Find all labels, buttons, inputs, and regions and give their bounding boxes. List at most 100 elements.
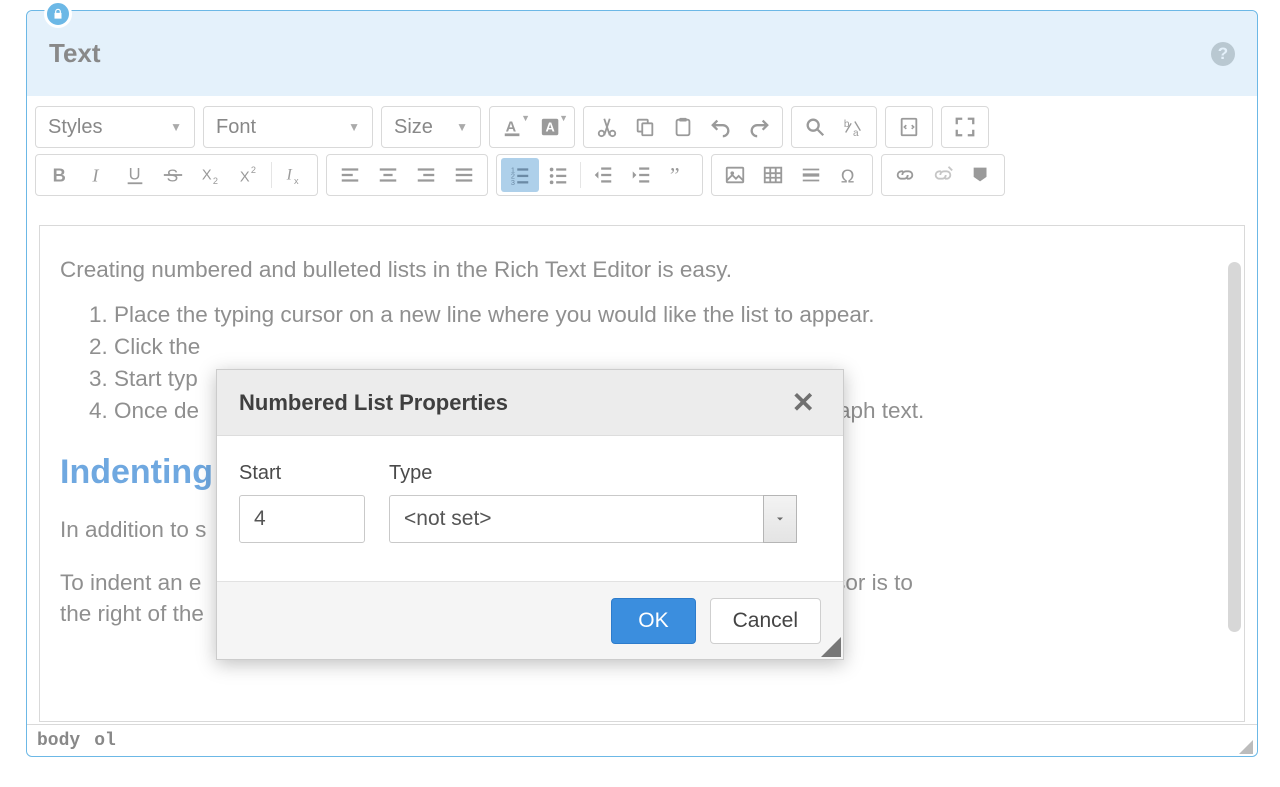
list-item: Place the typing cursor on a new line wh…: [114, 299, 1224, 331]
unlink-button[interactable]: [924, 158, 962, 192]
horizontal-rule-button[interactable]: [792, 158, 830, 192]
svg-text:B: B: [53, 164, 66, 185]
styles-label: Styles: [48, 116, 102, 139]
svg-text:I: I: [286, 167, 293, 184]
blockquote-button[interactable]: ”: [660, 158, 698, 192]
chevron-down-icon: ▼: [456, 120, 468, 134]
type-label: Type: [389, 462, 797, 485]
copy-button[interactable]: [626, 110, 664, 144]
dialog-body: Start Type <not set>: [217, 436, 843, 581]
font-dropdown[interactable]: Font ▼: [203, 106, 373, 148]
start-field: Start: [239, 462, 365, 543]
type-select-value: <not set>: [389, 495, 763, 543]
cancel-button[interactable]: Cancel: [710, 598, 821, 644]
svg-text:3: 3: [511, 178, 515, 186]
svg-text:U: U: [129, 166, 141, 184]
svg-text:x: x: [294, 176, 299, 186]
italic-button[interactable]: I: [78, 158, 116, 192]
resize-handle-icon[interactable]: [1239, 740, 1253, 754]
help-icon[interactable]: ?: [1211, 42, 1235, 66]
svg-text:X: X: [240, 169, 250, 185]
resize-handle-icon[interactable]: [821, 637, 841, 657]
svg-text:a: a: [853, 128, 859, 138]
insert-group: Ω: [711, 154, 873, 196]
align-right-button[interactable]: [407, 158, 445, 192]
styles-dropdown[interactable]: Styles ▼: [35, 106, 195, 148]
path-segment-body[interactable]: body: [37, 731, 80, 751]
replace-button[interactable]: ba: [834, 110, 872, 144]
redo-button[interactable]: [740, 110, 778, 144]
strike-button[interactable]: S: [154, 158, 192, 192]
paste-button[interactable]: [664, 110, 702, 144]
table-button[interactable]: [754, 158, 792, 192]
superscript-button[interactable]: X2: [230, 158, 268, 192]
bulleted-list-button[interactable]: [539, 158, 577, 192]
chevron-down-icon: ▼: [521, 113, 530, 123]
content-intro: Creating numbered and bulleted lists in …: [60, 254, 1224, 285]
format-group: B I U S X2 X2 Ix: [35, 154, 318, 196]
align-left-button[interactable]: [331, 158, 369, 192]
toolbar-row-2: B I U S X2 X2 Ix 123 ” Ω: [27, 152, 1257, 206]
svg-text:I: I: [91, 165, 99, 185]
svg-text:A: A: [546, 120, 555, 135]
align-group: [326, 154, 488, 196]
close-button[interactable]: ✕: [786, 382, 821, 423]
svg-text:”: ”: [670, 164, 680, 186]
svg-text:A: A: [506, 120, 517, 136]
panel-title: Text: [49, 38, 101, 69]
bg-color-button[interactable]: A ▼: [532, 110, 570, 144]
numbered-list-button[interactable]: 123: [501, 158, 539, 192]
color-group: A ▼ A ▼: [489, 106, 575, 148]
list-item: Click the: [114, 331, 1224, 363]
size-label: Size: [394, 116, 433, 139]
maximize-group: [941, 106, 989, 148]
maximize-button[interactable]: [946, 110, 984, 144]
start-input[interactable]: [239, 495, 365, 543]
size-dropdown[interactable]: Size ▼: [381, 106, 481, 148]
chevron-down-icon[interactable]: [763, 495, 797, 543]
chevron-down-icon: ▼: [559, 113, 568, 123]
font-label: Font: [216, 116, 256, 139]
underline-button[interactable]: U: [116, 158, 154, 192]
remove-format-button[interactable]: Ix: [275, 158, 313, 192]
cut-button[interactable]: [588, 110, 626, 144]
numbered-list-properties-dialog: Numbered List Properties ✕ Start Type <n…: [216, 369, 844, 660]
chevron-down-icon: ▼: [170, 120, 182, 134]
ok-button[interactable]: OK: [611, 598, 695, 644]
subscript-button[interactable]: X2: [192, 158, 230, 192]
toolbar-row-1: Styles ▼ Font ▼ Size ▼ A ▼ A ▼: [27, 96, 1257, 152]
list-group: 123 ”: [496, 154, 703, 196]
link-group: [881, 154, 1005, 196]
special-char-button[interactable]: Ω: [830, 158, 868, 192]
dialog-title-bar[interactable]: Numbered List Properties ✕: [217, 370, 843, 436]
outdent-button[interactable]: [584, 158, 622, 192]
path-segment-ol[interactable]: ol: [94, 731, 116, 751]
source-button[interactable]: [890, 110, 928, 144]
image-button[interactable]: [716, 158, 754, 192]
bold-button[interactable]: B: [40, 158, 78, 192]
text-color-button[interactable]: A ▼: [494, 110, 532, 144]
elements-path: body ol: [27, 724, 1257, 756]
separator: [271, 162, 272, 188]
indent-button[interactable]: [622, 158, 660, 192]
separator: [580, 162, 581, 188]
scrollbar-thumb[interactable]: [1228, 262, 1241, 632]
align-center-button[interactable]: [369, 158, 407, 192]
svg-text:2: 2: [213, 176, 218, 186]
find-group: ba: [791, 106, 877, 148]
lock-icon: [44, 0, 72, 28]
svg-text:Ω: Ω: [841, 165, 855, 186]
svg-text:X: X: [202, 168, 212, 184]
chevron-down-icon: ▼: [348, 120, 360, 134]
find-button[interactable]: [796, 110, 834, 144]
source-group: [885, 106, 933, 148]
anchor-button[interactable]: [962, 158, 1000, 192]
start-label: Start: [239, 462, 365, 485]
link-button[interactable]: [886, 158, 924, 192]
align-justify-button[interactable]: [445, 158, 483, 192]
dialog-title: Numbered List Properties: [239, 390, 508, 416]
panel-header: Text ?: [27, 11, 1257, 96]
type-select[interactable]: <not set>: [389, 495, 797, 543]
dialog-footer: OK Cancel: [217, 581, 843, 659]
undo-button[interactable]: [702, 110, 740, 144]
